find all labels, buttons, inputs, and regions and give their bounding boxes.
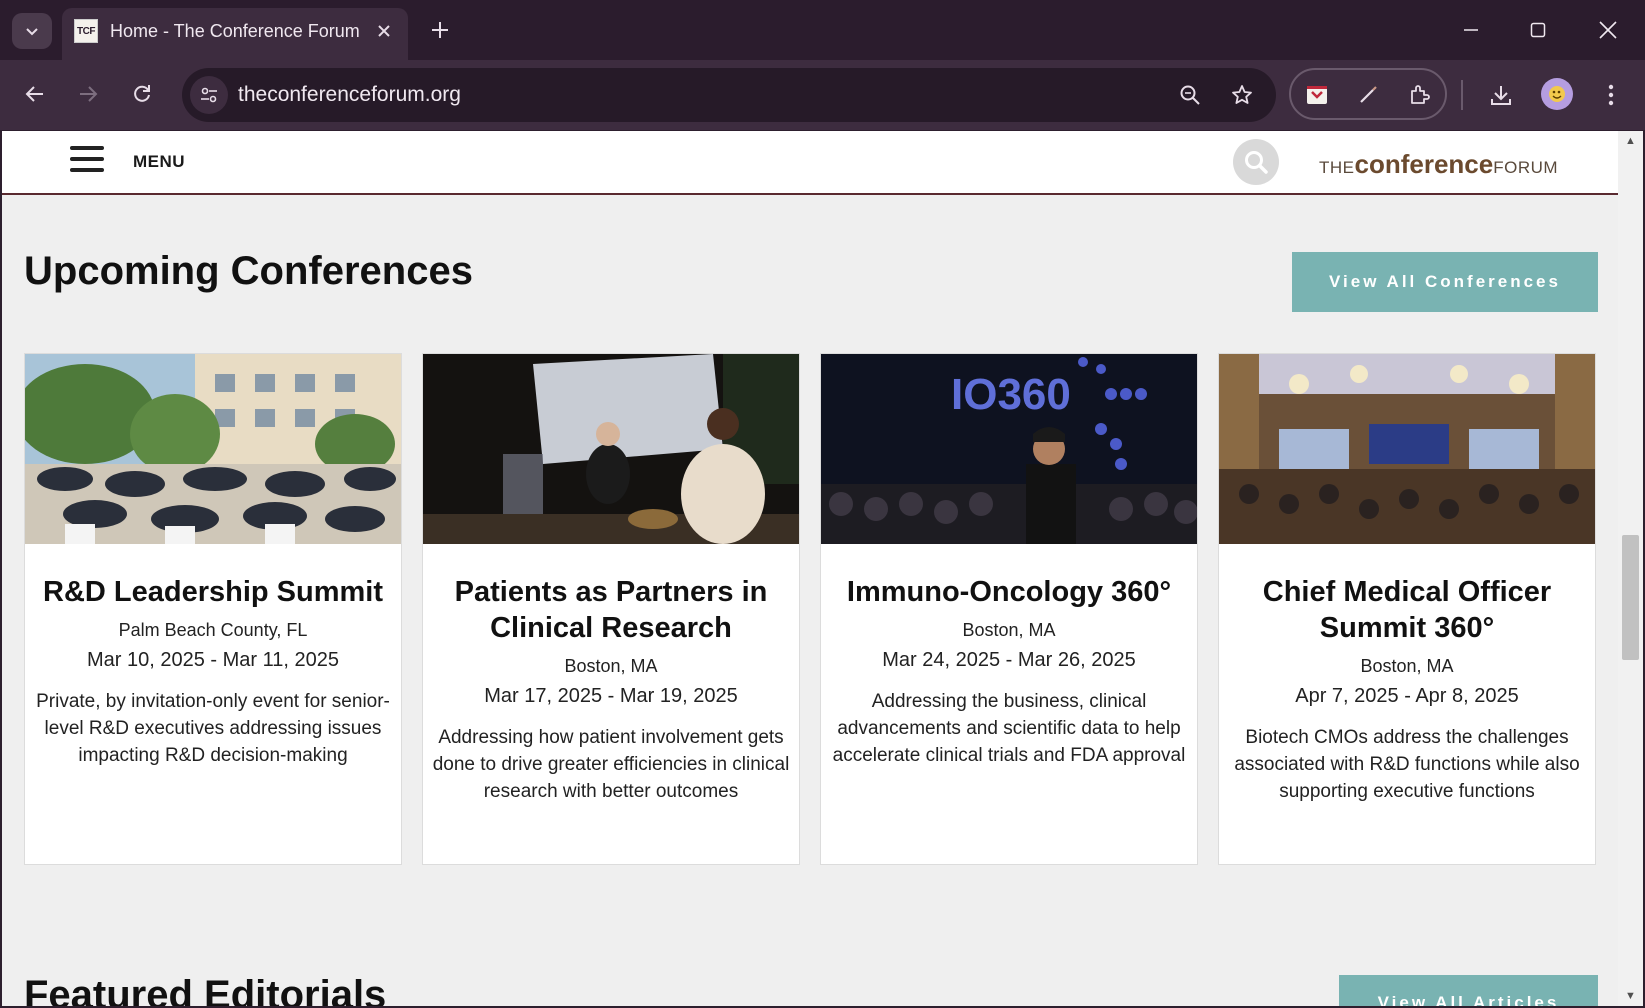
new-tab-button[interactable] [424, 14, 456, 46]
arrow-left-icon [25, 86, 43, 102]
conference-dates: Mar 24, 2025 - Mar 26, 2025 [882, 649, 1136, 671]
browser-tab-active[interactable]: TCF Home - The Conference Forum [62, 8, 408, 60]
logo-conference: conference [1354, 149, 1494, 179]
conference-location: Boston, MA [962, 620, 1056, 640]
back-button[interactable] [15, 74, 55, 114]
scrollbar-thumb[interactable] [1622, 535, 1639, 660]
browser-menu-button[interactable] [1596, 80, 1626, 110]
conference-location: Boston, MA [1360, 656, 1454, 676]
featured-editorials-heading: Featured Editorials [24, 973, 387, 1006]
maximize-icon [1530, 22, 1546, 38]
browser-toolbar: theconferenceforum.org [0, 60, 1645, 130]
site-search-button[interactable] [1233, 139, 1279, 185]
extensions-group [1289, 68, 1447, 120]
conference-image[interactable] [1219, 354, 1595, 544]
more-vert-icon [1608, 84, 1614, 106]
scroll-down-arrow-icon[interactable]: ▼ [1625, 990, 1636, 1002]
tab-search-button[interactable] [12, 13, 52, 49]
conference-title[interactable]: Immuno-Oncology 360° [829, 574, 1189, 610]
conference-card[interactable]: Chief Medical Officer Summit 360° Boston… [1218, 353, 1596, 865]
plus-icon [432, 22, 448, 38]
avatar-icon [1549, 86, 1565, 102]
minimize-icon [1464, 29, 1478, 31]
menu-label[interactable]: MENU [133, 152, 185, 172]
conference-card[interactable]: Patients as Partners in Clinical Researc… [422, 353, 800, 865]
conference-title[interactable]: Patients as Partners in Clinical Researc… [431, 574, 791, 646]
conference-description: Private, by invitation-only event for se… [36, 691, 390, 766]
pocket-icon [1307, 86, 1327, 104]
conference-dates: Mar 10, 2025 - Mar 11, 2025 [87, 649, 339, 671]
window-close-button[interactable] [1586, 10, 1630, 50]
conference-description: Addressing the business, clinical advanc… [832, 691, 1186, 766]
page-viewport: MENU THEconferenceFORUM Upcoming Confere… [2, 131, 1618, 1006]
zoom-button[interactable] [1176, 81, 1204, 109]
tab-close-button[interactable] [370, 17, 398, 45]
download-icon [1491, 86, 1511, 105]
extensions-menu-button[interactable] [1405, 81, 1433, 109]
conference-card-body: R&D Leadership Summit Palm Beach County,… [25, 574, 401, 769]
io360-sign-text: IO360 [951, 370, 1071, 419]
conference-description: Biotech CMOs address the challenges asso… [1234, 727, 1580, 802]
conference-card-body: Patients as Partners in Clinical Researc… [423, 574, 799, 805]
conference-card[interactable]: IO360 Immuno-Oncology 360° Boston, MA Ma… [820, 353, 1198, 865]
conference-dates: Apr 7, 2025 - Apr 8, 2025 [1295, 685, 1519, 707]
forward-button[interactable] [68, 74, 108, 114]
reload-button[interactable] [122, 74, 162, 114]
tune-icon [201, 87, 217, 103]
conference-card[interactable]: R&D Leadership Summit Palm Beach County,… [24, 353, 402, 865]
search-icon [1245, 151, 1268, 174]
conference-location: Palm Beach County, FL [118, 620, 308, 640]
conference-image[interactable] [423, 354, 799, 544]
profile-avatar-button[interactable] [1541, 78, 1573, 110]
close-icon [1599, 21, 1617, 39]
hamburger-menu-icon[interactable] [70, 146, 104, 172]
toolbar-separator [1461, 80, 1463, 110]
page-scrollbar[interactable]: ▲ ▼ [1618, 131, 1643, 1006]
close-icon [378, 25, 390, 37]
logo-forum: FORUM [1493, 158, 1559, 177]
conference-location: Boston, MA [564, 656, 658, 676]
url-text[interactable]: theconferenceforum.org [238, 83, 461, 107]
conference-card-body: Immuno-Oncology 360° Boston, MA Mar 24, … [821, 574, 1197, 769]
arrow-right-icon [80, 86, 98, 102]
conference-image[interactable] [25, 354, 401, 544]
reload-icon [134, 85, 150, 102]
view-all-conferences-button[interactable]: View All Conferences [1292, 252, 1598, 312]
conference-card-body: Chief Medical Officer Summit 360° Boston… [1219, 574, 1595, 805]
site-info-button[interactable] [190, 76, 228, 114]
address-bar[interactable]: theconferenceforum.org [182, 68, 1276, 122]
downloads-button[interactable] [1486, 80, 1516, 110]
zoom-icon [1180, 85, 1200, 105]
puzzle-icon [1411, 85, 1430, 104]
bookmark-button[interactable] [1228, 81, 1256, 109]
chevron-down-icon [26, 28, 38, 36]
window-maximize-button[interactable] [1516, 10, 1560, 50]
scroll-up-arrow-icon[interactable]: ▲ [1625, 135, 1636, 147]
conference-dates: Mar 17, 2025 - Mar 19, 2025 [484, 685, 738, 707]
browser-tab-bar: TCF Home - The Conference Forum [0, 0, 1645, 60]
logo-the: THE [1319, 158, 1355, 177]
site-logo[interactable]: THEconferenceFORUM [1319, 149, 1558, 180]
upcoming-conferences-heading: Upcoming Conferences [24, 249, 473, 293]
view-all-articles-button[interactable]: View All Articles [1339, 975, 1598, 1006]
star-icon [1232, 85, 1252, 104]
conference-image[interactable]: IO360 [821, 354, 1197, 544]
window-minimize-button[interactable] [1449, 10, 1493, 50]
extension-pen-button[interactable] [1354, 81, 1382, 109]
site-header: MENU THEconferenceFORUM [2, 131, 1618, 195]
pen-icon [1360, 86, 1377, 103]
conference-description: Addressing how patient involvement gets … [432, 727, 790, 802]
conference-title[interactable]: Chief Medical Officer Summit 360° [1227, 574, 1587, 646]
conference-title[interactable]: R&D Leadership Summit [33, 574, 393, 610]
extension-pocket-button[interactable] [1303, 81, 1331, 109]
tab-title: Home - The Conference Forum [110, 21, 360, 41]
tab-favicon: TCF [74, 19, 98, 43]
